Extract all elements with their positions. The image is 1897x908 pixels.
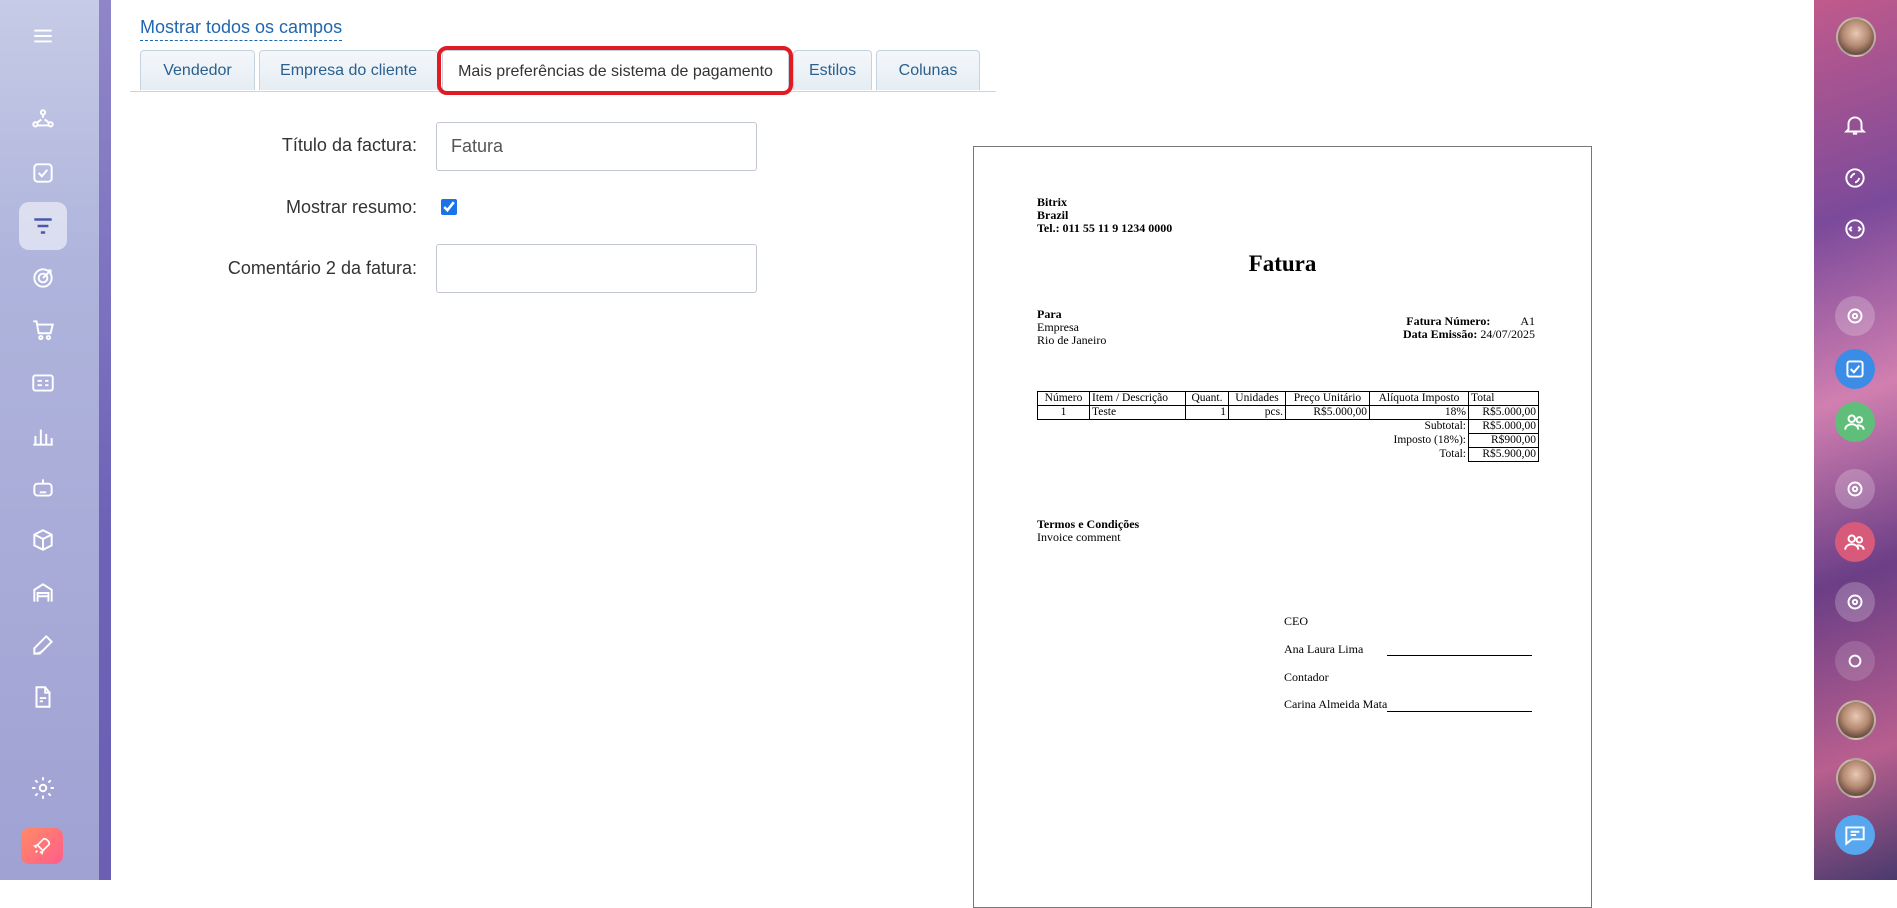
group-icon[interactable] xyxy=(1835,402,1875,442)
pen-icon[interactable] xyxy=(19,621,67,669)
group-icon[interactable] xyxy=(1835,522,1875,562)
invoice-title: Fatura xyxy=(1248,251,1317,276)
tax-row: Imposto (18%): R$900,00 xyxy=(1038,433,1539,448)
cell: R$5.000,00 xyxy=(1285,405,1370,420)
seller-block: Bitrix Brazil Tel.: 011 55 11 9 1234 000… xyxy=(1037,196,1172,235)
box-icon[interactable] xyxy=(19,516,67,564)
target-icon[interactable] xyxy=(19,254,67,302)
signature-name-1: Ana Laura Lima xyxy=(1284,642,1364,656)
subtotal-value: R$5.000,00 xyxy=(1468,419,1539,434)
right-bar xyxy=(1814,0,1897,880)
tax-value: R$900,00 xyxy=(1468,433,1539,448)
signature-line-2 xyxy=(1387,711,1532,712)
comment2-input[interactable] xyxy=(436,244,757,293)
terms-block: Termos e Condições Invoice comment xyxy=(1037,518,1139,544)
user-avatar[interactable] xyxy=(1836,700,1876,740)
robot-icon[interactable] xyxy=(19,464,67,512)
recipient-block: Para Empresa Rio de Janeiro xyxy=(1037,308,1106,347)
filter-icon[interactable] xyxy=(19,202,67,250)
col-header: Total xyxy=(1468,391,1539,406)
signature-role-2: Contador xyxy=(1284,670,1329,684)
number-value: A1 xyxy=(1520,314,1535,328)
cell: 1 xyxy=(1037,405,1090,420)
chat-icon[interactable] xyxy=(1835,209,1875,249)
cell: pcs. xyxy=(1228,405,1286,420)
col-header: Quant. xyxy=(1185,391,1229,406)
settings-icon[interactable] xyxy=(19,764,67,812)
id-card-icon[interactable] xyxy=(19,359,67,407)
show-summary-label: Mostrar resumo: xyxy=(285,197,417,217)
cell: 1 xyxy=(1185,405,1229,420)
show-all-fields-link[interactable]: Mostrar todos os campos xyxy=(140,17,343,41)
cell: Teste xyxy=(1089,405,1186,420)
user-avatar[interactable] xyxy=(1836,758,1876,798)
signature-line-1 xyxy=(1387,655,1532,656)
activity-icon[interactable] xyxy=(1835,158,1875,198)
col-header: Alíquota Imposto xyxy=(1369,391,1469,406)
user-avatar[interactable] xyxy=(1836,17,1876,57)
signature-name-2: Carina Almeida Mata xyxy=(1284,697,1388,711)
number-label: Fatura Número: xyxy=(1406,314,1491,328)
menu-icon[interactable] xyxy=(19,12,67,60)
invoice-meta: Fatura Número: A1 Data Emissão: 24/07/202… xyxy=(1403,315,1535,341)
tab-vendedor[interactable]: Vendedor xyxy=(140,50,255,90)
terms-text: Invoice comment xyxy=(1037,530,1121,544)
edit-document-icon[interactable] xyxy=(19,673,67,721)
seller-phone: Tel.: 011 55 11 9 1234 0000 xyxy=(1037,221,1173,235)
messages-icon[interactable] xyxy=(1835,815,1875,855)
subtotal-label: Subtotal: xyxy=(1424,420,1466,433)
rocket-icon[interactable] xyxy=(21,828,63,864)
date-label: Data Emissão: xyxy=(1402,327,1478,341)
tab-mais-preferencias[interactable]: Mais preferências de sistema de pagament… xyxy=(442,50,789,92)
circle-icon[interactable] xyxy=(1835,641,1875,681)
col-header: Número xyxy=(1037,391,1090,406)
pipeline-icon[interactable] xyxy=(19,96,67,144)
tab-empresa-do-cliente[interactable]: Empresa do cliente xyxy=(259,50,438,90)
tab-colunas[interactable]: Colunas xyxy=(876,50,980,90)
settings-tabs: Vendedor Empresa do cliente Mais preferê… xyxy=(130,50,996,92)
invoice-preview: Bitrix Brazil Tel.: 011 55 11 9 1234 000… xyxy=(973,146,1592,908)
col-header: Unidades xyxy=(1228,391,1286,406)
left-sidebar xyxy=(0,0,111,880)
tax-label: Imposto (18%): xyxy=(1393,434,1466,446)
table-row: 1 Teste 1 pcs. R$5.000,00 18% R$5.000,00 xyxy=(1037,405,1539,420)
cart-icon[interactable] xyxy=(19,306,67,354)
to-city: Rio de Janeiro xyxy=(1037,333,1107,347)
copilot-icon[interactable] xyxy=(1835,469,1875,509)
copilot-icon[interactable] xyxy=(1835,582,1875,622)
bar-chart-icon[interactable] xyxy=(19,412,67,460)
cell: R$5.000,00 xyxy=(1468,405,1539,420)
signature-role-1: CEO xyxy=(1284,614,1308,628)
warehouse-icon[interactable] xyxy=(19,569,67,617)
task-check-icon[interactable] xyxy=(19,149,67,197)
sidebar-edge-strip xyxy=(99,0,111,880)
tasks-icon[interactable] xyxy=(1835,349,1875,389)
col-header: Item / Descrição xyxy=(1089,391,1186,406)
invoice-title-label: Título da factura: xyxy=(281,135,417,155)
invoice-title-input[interactable] xyxy=(436,122,757,171)
bell-icon[interactable] xyxy=(1835,105,1875,145)
copilot-icon[interactable] xyxy=(1835,296,1875,336)
table-header-row: Número Item / Descrição Quant. Unidades … xyxy=(1037,391,1539,406)
cell: 18% xyxy=(1369,405,1469,420)
total-label: Total: xyxy=(1439,448,1466,460)
date-value: 24/07/2025 xyxy=(1480,327,1535,341)
total-row: Total: R$5.900,00 xyxy=(1038,447,1539,462)
col-header: Preço Unitário xyxy=(1285,391,1370,406)
total-value: R$5.900,00 xyxy=(1468,447,1539,462)
tab-estilos[interactable]: Estilos xyxy=(793,50,872,90)
comment2-label: Comentário 2 da fatura: xyxy=(227,258,417,278)
show-summary-checkbox[interactable] xyxy=(441,199,457,215)
subtotal-row: Subtotal: R$5.000,00 xyxy=(1038,419,1539,434)
items-table: Número Item / Descrição Quant. Unidades … xyxy=(1037,391,1539,462)
